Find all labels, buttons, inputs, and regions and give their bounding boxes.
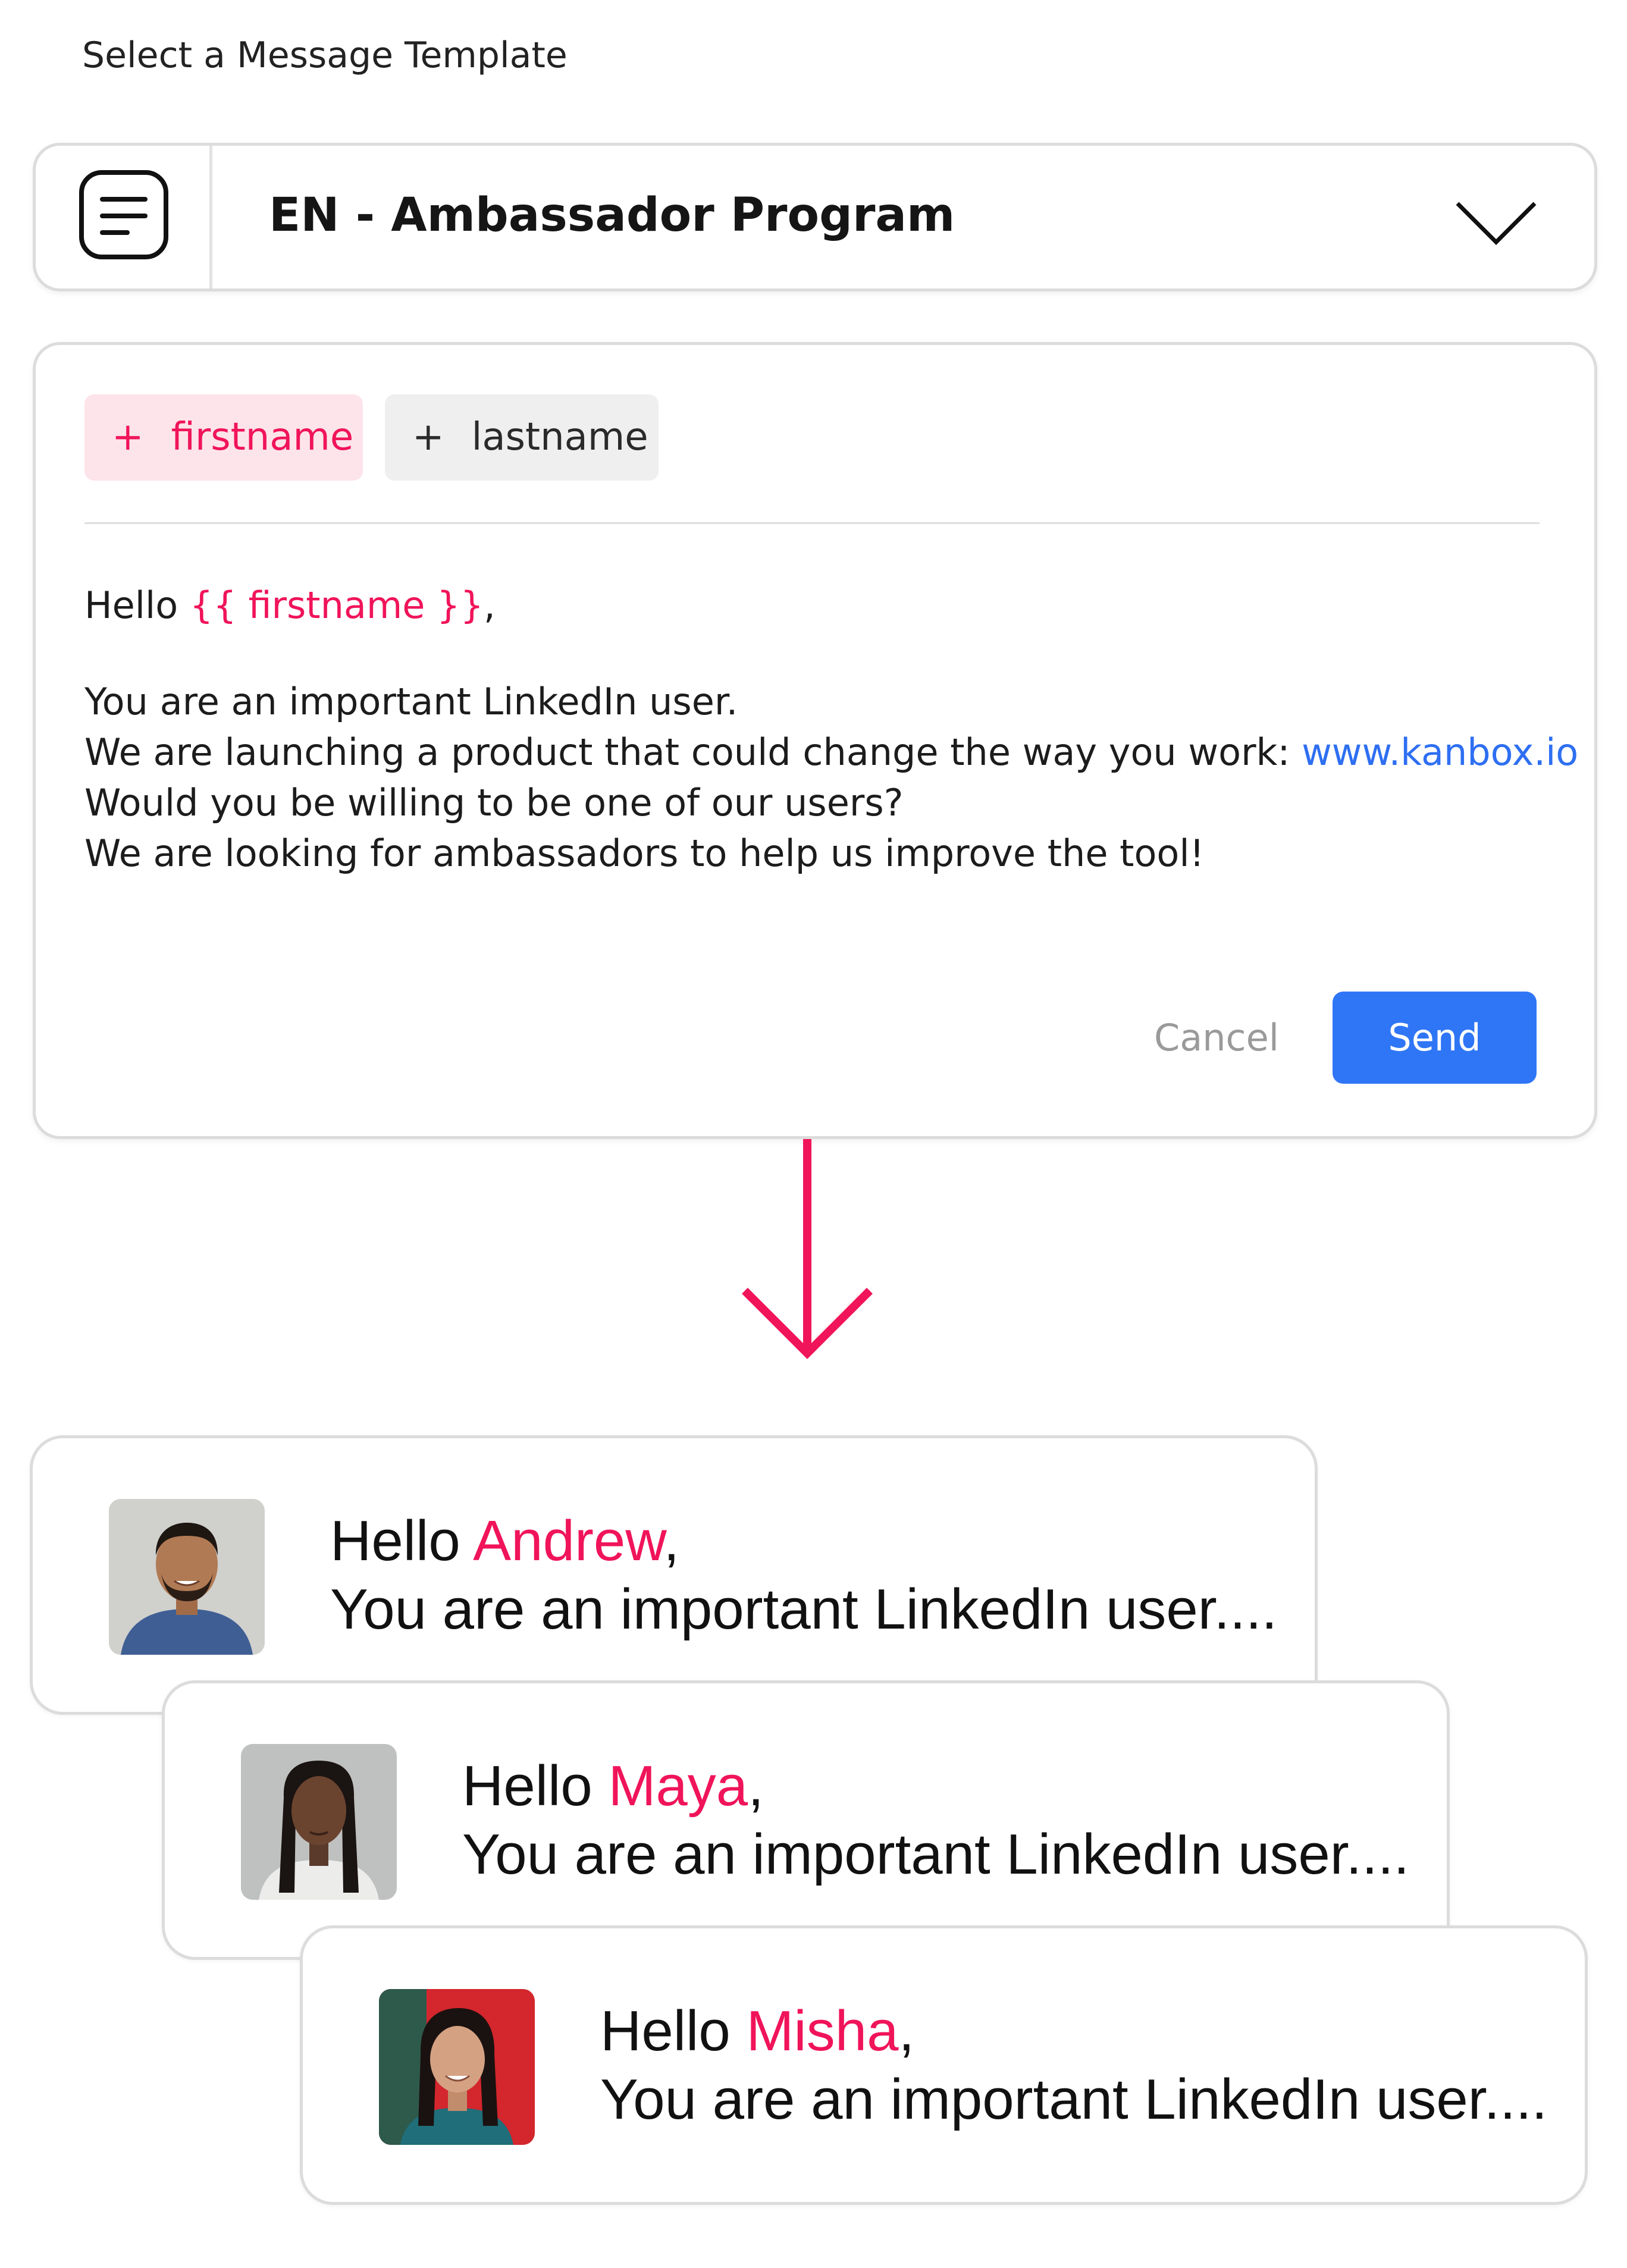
variable-chip-lastname[interactable]: + lastname: [385, 394, 659, 481]
divider: [84, 522, 1540, 524]
preview-greeting: Hello Maya,: [462, 1752, 1409, 1820]
message-body[interactable]: Hello {{ firstname }}, You are an import…: [84, 580, 1578, 879]
message-line-1: You are an important LinkedIn user.: [84, 680, 738, 723]
preview-name: Maya: [608, 1754, 748, 1818]
send-button[interactable]: Send: [1333, 992, 1537, 1084]
preview-comma: ,: [748, 1754, 764, 1818]
greeting-suffix: ,: [484, 584, 496, 627]
preview-name: Andrew: [473, 1509, 664, 1573]
preview-body: You are an important LinkedIn user....: [330, 1577, 1278, 1641]
preview-card: Hello Andrew, You are an important Linke…: [30, 1435, 1318, 1715]
preview-text: Hello Misha, You are an important Linked…: [600, 1997, 1547, 2134]
document-lines-icon: [79, 170, 168, 259]
message-line-4: We are looking for ambassadors to help u…: [84, 832, 1205, 875]
chip-label: firstname: [171, 415, 354, 459]
chevron-down-icon[interactable]: [1454, 200, 1538, 247]
preview-greeting: Hello Misha,: [600, 1997, 1547, 2065]
plus-icon: +: [112, 415, 144, 459]
template-icon-cell: [36, 146, 212, 288]
arrow-down-icon: [742, 1139, 873, 1359]
preview-hello: Hello: [600, 1999, 747, 2063]
preview-greeting: Hello Andrew,: [330, 1507, 1277, 1575]
cancel-button[interactable]: Cancel: [1148, 992, 1285, 1084]
template-select[interactable]: EN - Ambassador Program: [33, 143, 1597, 291]
section-label: Select a Message Template: [82, 34, 568, 76]
greeting-prefix: Hello: [84, 584, 190, 627]
preview-comma: ,: [898, 1999, 915, 2063]
preview-body: You are an important LinkedIn user....: [462, 1822, 1410, 1886]
preview-name: Misha: [746, 1999, 899, 2063]
preview-hello: Hello: [462, 1754, 609, 1818]
preview-text: Hello Andrew, You are an important Linke…: [330, 1507, 1277, 1643]
chip-label: lastname: [471, 415, 648, 459]
preview-body: You are an important LinkedIn user....: [600, 2068, 1548, 2131]
preview-hello: Hello: [330, 1509, 474, 1573]
message-editor: + firstname + lastname Hello {{ firstname …: [33, 342, 1597, 1139]
avatar: [379, 1989, 535, 2145]
line-2-text: We are launching a product that could ch…: [84, 730, 1302, 774]
avatar-maya: [241, 1744, 397, 1900]
avatar-misha: [379, 1989, 535, 2145]
variable-chip-firstname[interactable]: + firstname: [84, 394, 363, 481]
message-line-3: Would you be willing to be one of our us…: [84, 781, 904, 824]
firstname-variable: {{ firstname }}: [189, 584, 484, 627]
message-greeting: Hello {{ firstname }},: [84, 580, 1554, 630]
message-line-2: We are launching a product that could ch…: [84, 727, 1578, 777]
avatar-andrew: [109, 1499, 265, 1655]
preview-comma: ,: [663, 1509, 680, 1573]
avatar: [109, 1499, 265, 1655]
kanbox-link[interactable]: www.kanbox.io: [1302, 730, 1578, 774]
selected-template-title: EN - Ambassador Program: [269, 189, 955, 242]
preview-text: Hello Maya, You are an important LinkedI…: [462, 1752, 1409, 1889]
avatar: [241, 1744, 397, 1900]
preview-card: Hello Misha, You are an important Linked…: [300, 1925, 1588, 2205]
plus-icon: +: [412, 415, 444, 459]
preview-card: Hello Maya, You are an important LinkedI…: [162, 1680, 1450, 1960]
